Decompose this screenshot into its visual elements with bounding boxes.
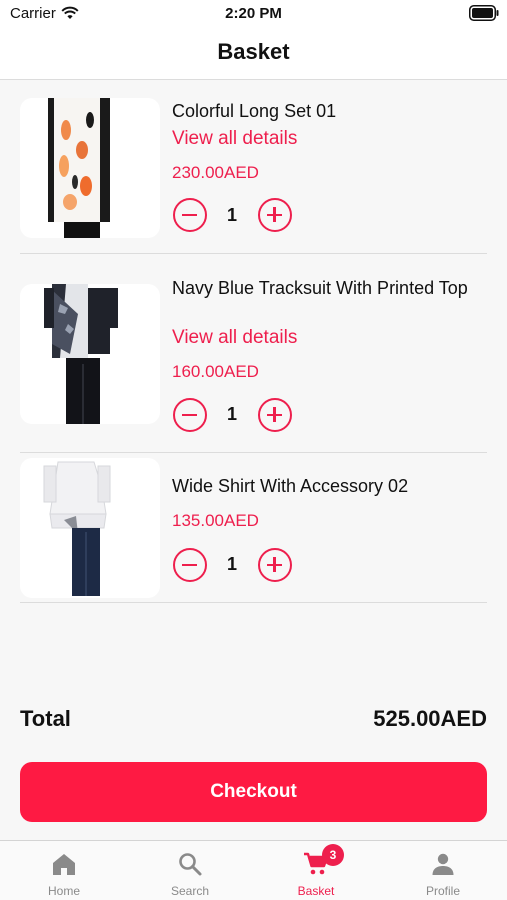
tab-home[interactable]: Home [1, 841, 127, 900]
quantity-value: 1 [226, 554, 237, 574]
product-name: Navy Blue Tracksuit With Printed Top [172, 278, 468, 298]
search-icon [179, 853, 202, 876]
clock: 2:20 PM [225, 5, 282, 22]
product-image[interactable] [20, 98, 160, 238]
tab-basket[interactable]: 3 Basket [253, 841, 379, 900]
tab-label: Profile [425, 884, 460, 898]
tab-bar: Home Search 3 Basket Profile [0, 840, 507, 900]
minus-icon [182, 213, 197, 216]
increase-quantity-button[interactable] [258, 398, 292, 432]
increase-quantity-button[interactable] [258, 198, 292, 232]
tab-search[interactable]: Search [127, 841, 253, 900]
nav-bar: Basket [0, 28, 507, 80]
product-name: Wide Shirt With Accessory 02 [172, 476, 409, 496]
person-icon [432, 853, 454, 875]
home-icon [53, 854, 75, 875]
basket-item: Colorful Long Set 01 View all details 23… [20, 96, 487, 254]
increase-quantity-button[interactable] [258, 548, 292, 582]
quantity-value: 1 [226, 404, 237, 424]
product-price: 135.00AED [172, 511, 259, 530]
product-name: Colorful Long Set 01 [172, 101, 337, 121]
tab-label: Basket [297, 884, 335, 898]
page-title: Basket [217, 39, 290, 64]
product-price: 160.00AED [172, 362, 259, 381]
product-image[interactable] [20, 284, 160, 424]
decrease-quantity-button[interactable] [173, 398, 207, 432]
total-label: Total [20, 706, 71, 731]
checkout-button[interactable]: Checkout [20, 762, 487, 822]
basket-item: Navy Blue Tracksuit With Printed Top Vie… [20, 254, 487, 453]
tab-profile[interactable]: Profile [380, 841, 506, 900]
view-details-link[interactable]: View all details [172, 327, 297, 349]
product-image[interactable] [20, 458, 160, 598]
status-bar: Carrier 2:20 PM [0, 0, 507, 28]
product-price: 230.00AED [172, 163, 259, 182]
decrease-quantity-button[interactable] [173, 548, 207, 582]
decrease-quantity-button[interactable] [173, 198, 207, 232]
minus-icon [182, 563, 197, 566]
basket-item: Wide Shirt With Accessory 02 135.00AED 1 [20, 453, 487, 603]
cart-count-badge: 3 [322, 844, 344, 866]
total-value: 525.00AED [373, 706, 487, 731]
tab-label: Home [47, 884, 80, 898]
tab-label: Search [170, 884, 210, 898]
view-details-link[interactable]: View all details [172, 128, 297, 150]
quantity-value: 1 [226, 205, 237, 225]
minus-icon [182, 413, 197, 416]
battery-icon [469, 5, 499, 21]
